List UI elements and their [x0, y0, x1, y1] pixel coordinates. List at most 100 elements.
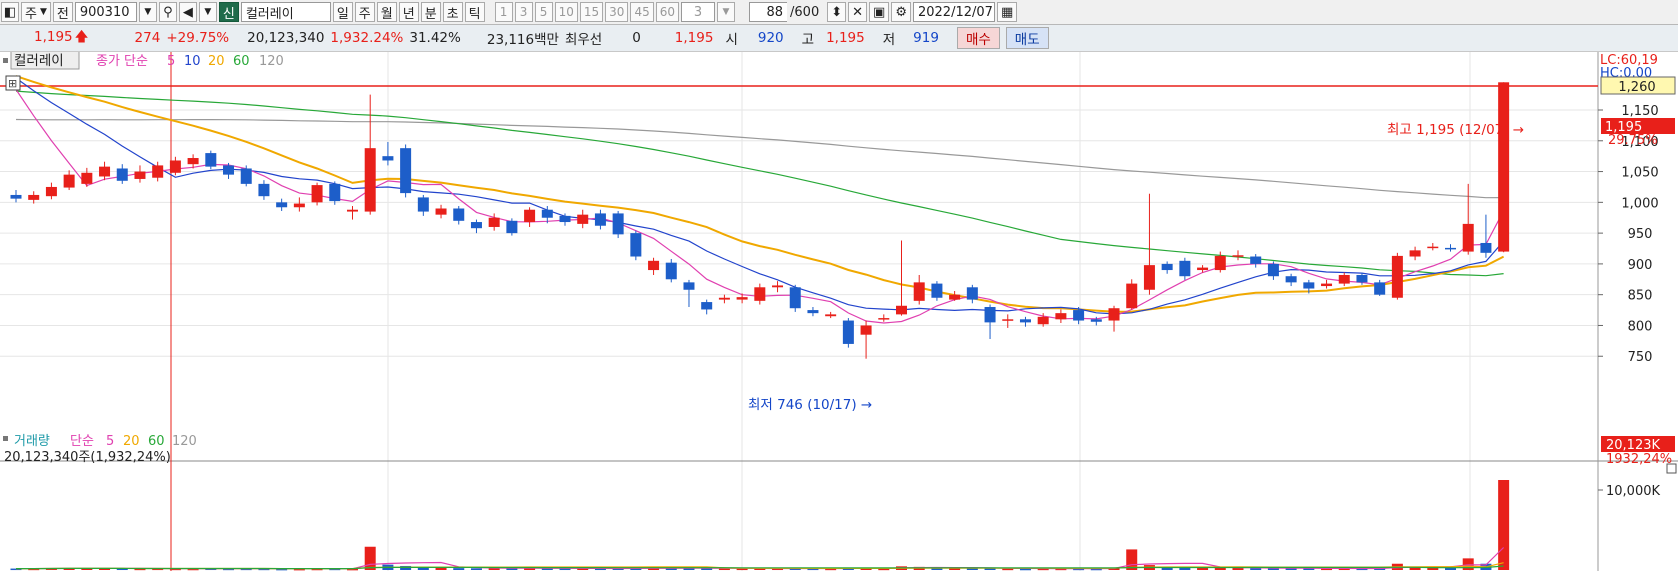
chart-settings-icon[interactable]: ◧ [1, 2, 19, 22]
interval-tab-2[interactable]: 월 [376, 2, 397, 22]
candle [205, 150, 217, 170]
candle-body [346, 209, 358, 212]
candle [807, 306, 819, 317]
candle-body [1232, 255, 1244, 257]
minute-step-10[interactable]: 10 [554, 2, 578, 22]
calendar-icon[interactable]: ▦ [996, 2, 1018, 22]
current-price-value: 1,195 [34, 28, 73, 45]
candle-body [205, 153, 217, 167]
scope-button[interactable]: 전 [52, 2, 73, 22]
candle [878, 314, 890, 322]
volume-current-pct: 1932,24% [1606, 452, 1672, 467]
candle-style-icon[interactable]: ⬍ [827, 2, 847, 22]
minute-step-1[interactable]: 1 [494, 2, 513, 22]
open-value: 920 [757, 30, 784, 46]
candle-body [1126, 283, 1138, 309]
volume-legend-ma5: 5 [106, 434, 114, 449]
candle [754, 283, 766, 305]
minute-step-30[interactable]: 30 [605, 2, 629, 22]
candle [63, 170, 75, 191]
candle-body [594, 213, 606, 226]
candle [470, 219, 482, 234]
candle [453, 206, 465, 225]
candle-body [1356, 274, 1368, 283]
candle [1498, 82, 1510, 253]
minute-step-45[interactable]: 45 [630, 2, 654, 22]
candle-body [152, 165, 164, 178]
price-tick-label: 850 [1628, 289, 1653, 304]
stock-name-field[interactable]: 컬러레이 [240, 2, 331, 22]
candle-body [28, 194, 40, 200]
candle-body [807, 310, 819, 314]
candle-body [612, 213, 624, 235]
date-input[interactable]: 2022/12/07 [912, 2, 995, 22]
gear-icon[interactable]: ⚙ [891, 2, 911, 22]
candle-body [754, 287, 766, 301]
menu-chevron-icon[interactable]: ▼ [198, 2, 217, 22]
interval-tab-0[interactable]: 일 [332, 2, 353, 22]
candle [506, 218, 518, 236]
minute-step-15[interactable]: 15 [579, 2, 604, 22]
candle-body [258, 183, 270, 197]
candle-body [1462, 223, 1474, 252]
candle [364, 94, 376, 215]
code-dropdown-chevron-icon[interactable]: ▼ [138, 2, 157, 22]
candle-body [329, 183, 341, 202]
search-icon[interactable]: ⚲ [158, 2, 177, 22]
buy-button[interactable]: 매수 [956, 27, 1000, 49]
price-tick-label: 1,150 [1621, 104, 1658, 119]
stock-code-input[interactable]: 900310 [74, 2, 137, 22]
candle-body [223, 165, 235, 175]
volume-bar [364, 546, 376, 570]
candle-body [1445, 247, 1457, 250]
interval-tab-1[interactable]: 주 [354, 2, 375, 22]
volume-bar [1462, 558, 1474, 570]
candle [966, 284, 978, 304]
candle-body [1285, 276, 1297, 283]
save-icon[interactable]: ▣ [869, 2, 890, 22]
crosshair-icon[interactable]: ✕ [848, 2, 868, 22]
volume-bar [435, 567, 447, 570]
candle [134, 165, 146, 183]
bar-count-input[interactable]: 88 [749, 2, 788, 22]
interval-tab-5[interactable]: 초 [442, 2, 463, 22]
candle [1445, 244, 1457, 252]
candle-body [116, 168, 128, 181]
current-price-pct: 29.75% [1608, 133, 1658, 148]
candle-body [1374, 282, 1386, 295]
price-tick-label: 800 [1628, 319, 1653, 334]
candle-body [1090, 319, 1102, 322]
stock-chart[interactable]: 1,1501,1001,0501,000950900850800750 컬러레이… [0, 52, 1678, 571]
candle-body [984, 306, 996, 323]
candle-body [772, 285, 784, 288]
candle-body [1002, 319, 1014, 321]
interval-tab-6[interactable]: 틱 [464, 2, 485, 22]
step-chevron-icon[interactable]: ▼ [717, 2, 736, 22]
speaker-icon[interactable]: ◀ [178, 2, 197, 22]
minute-step-60[interactable]: 60 [655, 2, 680, 22]
candle [10, 190, 22, 203]
interval-tab-3[interactable]: 년 [398, 2, 419, 22]
candle-body [382, 156, 394, 161]
panel-expand-icon[interactable] [1666, 463, 1677, 474]
candle [1232, 250, 1244, 261]
legend-ma5: 5 [167, 54, 175, 69]
minute-step-3[interactable]: 3 [514, 2, 533, 22]
price-tick-label: 900 [1628, 258, 1653, 273]
candle [984, 304, 996, 340]
interval-tab-4[interactable]: 분 [420, 2, 441, 22]
candle-body [1427, 246, 1439, 249]
sell-button[interactable]: 매도 [1005, 27, 1049, 49]
trading-amount: 23,116백만 [486, 32, 559, 48]
candle [1250, 254, 1262, 268]
priority-value: 0 [632, 30, 641, 46]
current-price: 1,195 🡅 [0, 27, 95, 50]
chart-grid [0, 52, 1598, 571]
period-type-select[interactable]: 주 ▼ [21, 2, 51, 22]
volume-readout: 20,123,340주(1,932,24%) [4, 450, 171, 465]
step-value-input[interactable]: 3 [681, 2, 716, 22]
high-label: 고 [801, 32, 815, 48]
up-arrow-icon: 🡅 [74, 28, 89, 45]
candle-body [81, 172, 93, 184]
minute-step-5[interactable]: 5 [534, 2, 553, 22]
